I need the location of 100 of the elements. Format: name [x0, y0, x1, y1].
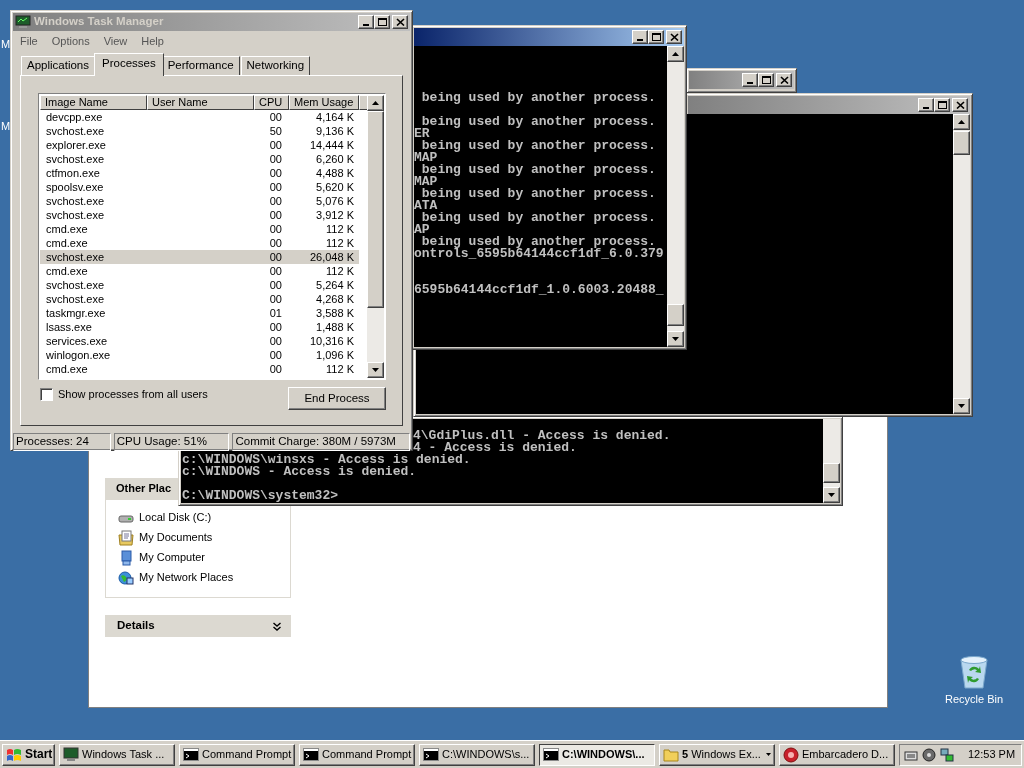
- arrow-down-icon: [958, 404, 965, 408]
- console-line: MAP: [414, 152, 438, 164]
- table-cell-text: 6,260 K: [315, 152, 355, 167]
- clock[interactable]: 12:53 PM: [968, 747, 1016, 762]
- scrollbar[interactable]: [953, 114, 970, 414]
- process-row[interactable]: svchost.exe 00 5,264 K: [40, 278, 359, 293]
- computer-icon: [118, 550, 134, 566]
- process-row[interactable]: cmd.exe 00 112 K: [40, 362, 359, 377]
- taskbar-button[interactable]: C:\WINDOWS\s...: [419, 743, 535, 766]
- taskbar-button[interactable]: C:\WINDOWS\...: [539, 743, 655, 766]
- process-row[interactable]: svchost.exe 00 3,912 K: [40, 208, 359, 223]
- scroll-up-button[interactable]: [953, 114, 970, 130]
- console-line: C:\WINDOWS\system32>: [182, 490, 340, 502]
- table-cell-text: svchost.exe: [45, 278, 106, 293]
- process-row[interactable]: svchost.exe 50 9,136 K: [40, 124, 359, 139]
- process-row[interactable]: spoolsv.exe 00 5,620 K: [40, 180, 359, 195]
- sidebar-item[interactable]: My Documents: [118, 528, 278, 548]
- console-line: being used by another process.: [421, 188, 657, 200]
- table-cell-text: 00: [268, 208, 283, 223]
- maximize-button[interactable]: [648, 30, 664, 44]
- recycle-bin-icon: [958, 655, 990, 689]
- process-row[interactable]: ctfmon.exe 00 4,488 K: [40, 166, 359, 181]
- scroll-up-button[interactable]: [367, 95, 384, 112]
- menu-item[interactable]: Options: [51, 35, 90, 49]
- scroll-thumb[interactable]: [953, 131, 970, 155]
- close-button[interactable]: [392, 15, 408, 29]
- title-bar[interactable]: [414, 28, 684, 46]
- sidebar-item[interactable]: My Computer: [118, 548, 278, 568]
- scroll-thumb[interactable]: [667, 304, 684, 326]
- scroll-thumb[interactable]: [823, 463, 840, 483]
- sidebar-item[interactable]: My Network Places: [118, 568, 278, 588]
- title-bar[interactable]: [688, 96, 970, 114]
- end-process-button[interactable]: End Process: [288, 387, 386, 411]
- section-header[interactable]: Other Plac: [105, 478, 178, 500]
- process-row[interactable]: svchost.exe 00 26,048 K: [40, 250, 359, 265]
- console-line: c:\WINDOWS - Access is denied.: [182, 466, 418, 478]
- process-row[interactable]: cmd.exe 00 112 K: [40, 236, 359, 251]
- network-icon: [940, 747, 954, 762]
- process-row[interactable]: svchost.exe 00 4,268 K: [40, 292, 359, 307]
- icon-label[interactable]: Recycle Bin: [944, 693, 1004, 707]
- console-icon: [543, 746, 559, 763]
- caret-icon: [766, 753, 771, 756]
- table-cell-text: ctfmon.exe: [45, 166, 101, 181]
- process-row[interactable]: svchost.exe 00 6,260 K: [40, 152, 359, 167]
- column-header[interactable]: Image Name: [40, 95, 147, 111]
- minimize-button[interactable]: [358, 15, 374, 29]
- table-cell-text: 10,316 K: [308, 334, 355, 349]
- minimize-button[interactable]: [918, 98, 934, 112]
- close-button[interactable]: [666, 30, 682, 44]
- scroll-thumb[interactable]: [367, 111, 384, 309]
- scroll-down-button[interactable]: [367, 362, 384, 379]
- process-row[interactable]: taskmgr.exe 01 3,588 K: [40, 306, 359, 321]
- taskbar-button[interactable]: Embarcadero D...: [779, 743, 895, 766]
- process-row[interactable]: lsass.exe 00 1,488 K: [40, 320, 359, 335]
- tab[interactable]: Processes: [94, 53, 164, 77]
- checkbox-label[interactable]: Show processes from all users: [58, 388, 208, 402]
- maximize-button[interactable]: [758, 73, 774, 87]
- process-row[interactable]: cmd.exe 00 112 K: [40, 222, 359, 237]
- scroll-down-button[interactable]: [823, 487, 840, 503]
- process-row[interactable]: explorer.exe 00 14,444 K: [40, 138, 359, 153]
- scrollbar[interactable]: [823, 419, 840, 503]
- icon-label: M: [1, 120, 11, 134]
- column-header[interactable]: Mem Usage: [289, 95, 359, 111]
- checkbox[interactable]: [40, 388, 53, 402]
- column-header[interactable]: User Name: [147, 95, 254, 111]
- close-button[interactable]: [776, 73, 792, 87]
- app-icon: [783, 746, 799, 763]
- minimize-button[interactable]: [742, 73, 758, 87]
- sidebar-item[interactable]: Local Disk (C:): [118, 508, 278, 528]
- table-cell-text: svchost.exe: [45, 292, 106, 307]
- taskbar-button[interactable]: 5 Windows Ex...: [659, 743, 775, 766]
- section-header[interactable]: Details: [105, 615, 291, 637]
- tab[interactable]: Networking: [240, 56, 311, 76]
- process-row[interactable]: svchost.exe 00 5,076 K: [40, 194, 359, 209]
- menu-item[interactable]: File: [20, 35, 38, 49]
- process-row[interactable]: services.exe 00 10,316 K: [40, 334, 359, 349]
- table-cell-text: cmd.exe: [45, 222, 89, 237]
- scrollbar[interactable]: [367, 95, 384, 379]
- minimize-button[interactable]: [632, 30, 648, 44]
- tab[interactable]: Applications: [21, 56, 95, 76]
- start-button[interactable]: Start: [2, 743, 55, 766]
- column-header[interactable]: CPU: [254, 95, 289, 111]
- close-button[interactable]: [952, 98, 968, 112]
- taskbar-button[interactable]: Command Prompt: [179, 743, 295, 766]
- taskbar-button[interactable]: Windows Task ...: [59, 743, 175, 766]
- arrow-down-icon: [828, 493, 835, 497]
- taskbar-button[interactable]: Command Prompt: [299, 743, 415, 766]
- menu-item[interactable]: View: [103, 35, 128, 49]
- menu-item[interactable]: Help: [141, 35, 164, 49]
- tab[interactable]: Performance: [161, 56, 240, 76]
- process-row[interactable]: winlogon.exe 00 1,096 K: [40, 348, 359, 363]
- scroll-up-button[interactable]: [667, 46, 684, 62]
- process-row[interactable]: cmd.exe 00 112 K: [40, 264, 359, 279]
- process-row[interactable]: devcpp.exe 00 4,164 K: [40, 110, 359, 125]
- maximize-button[interactable]: [374, 15, 390, 29]
- scrollbar[interactable]: [667, 46, 684, 347]
- scroll-down-button[interactable]: [953, 398, 970, 414]
- maximize-button[interactable]: [934, 98, 950, 112]
- scroll-down-button[interactable]: [667, 331, 684, 347]
- window-title: Windows Task Manager: [34, 15, 164, 29]
